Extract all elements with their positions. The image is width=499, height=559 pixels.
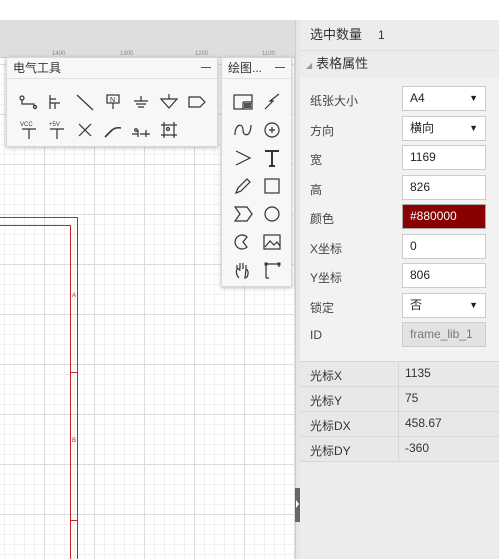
lock-dropdown[interactable]: 否 xyxy=(402,292,486,318)
cursor-info-label: 光标DX xyxy=(310,419,351,433)
prop-row-y: Y坐标 806 xyxy=(300,263,499,292)
drawing-tool-grid xyxy=(228,88,286,284)
svg-text:N: N xyxy=(110,97,115,104)
signal-ground-tool-icon[interactable] xyxy=(155,88,183,116)
property-panel: 选中数量 1 ◢ 表格属性 纸张大小 A4 方向 横向宽 1169 高 826 颜色 #880000… xyxy=(300,20,499,559)
prop-row-color: 颜色 #880000 xyxy=(300,204,499,233)
color-picker[interactable]: #880000 xyxy=(402,204,486,229)
drawing-frame-inner-border[interactable] xyxy=(0,225,71,559)
arc-tool-icon[interactable] xyxy=(257,116,286,144)
cursor-info-row: 光标X 1135 xyxy=(300,362,499,387)
prop-label: 锁定 xyxy=(310,300,335,315)
prop-label: 方向 xyxy=(310,123,335,138)
svg-text:+5V: +5V xyxy=(49,122,60,128)
image-tool-icon[interactable] xyxy=(257,228,286,256)
frame-zone-label-b: B xyxy=(72,438,77,444)
net-label-tool-icon[interactable] xyxy=(43,88,71,116)
electric-tool-grid: N VCC +5V xyxy=(15,88,211,144)
prop-label: 纸张大小 xyxy=(310,94,359,108)
prop-label: X坐标 xyxy=(310,241,343,256)
arrow-tool-icon[interactable] xyxy=(228,144,257,172)
height-field[interactable]: 826 xyxy=(402,174,486,200)
plus5v-tool-icon[interactable]: +5V xyxy=(43,116,71,144)
id-field: frame_lib_1 xyxy=(402,322,486,347)
polygon-tool-icon[interactable] xyxy=(228,200,257,228)
prop-label: Y坐标 xyxy=(310,271,343,285)
top-bar xyxy=(0,0,499,20)
prop-row-x: X坐标 0 xyxy=(300,233,499,263)
cursor-info-value: -360 xyxy=(398,437,429,461)
section-header[interactable]: ◢ 表格属性 xyxy=(300,51,499,77)
cursor-info-label: 光标Y xyxy=(310,394,343,408)
bezier-tool-icon[interactable] xyxy=(228,116,257,144)
cursor-info-value: 75 xyxy=(398,387,418,411)
palette-header[interactable]: 绘图... xyxy=(222,58,291,79)
y-field[interactable]: 806 xyxy=(402,263,486,288)
prop-label: ID xyxy=(310,328,322,342)
cursor-info-value: 458.67 xyxy=(398,412,442,436)
netflag-tool-icon[interactable]: N xyxy=(99,88,127,116)
cursor-info-label: 光标DY xyxy=(310,444,351,458)
net-port-tool-icon[interactable] xyxy=(183,88,211,116)
circle-tool-icon[interactable] xyxy=(257,200,286,228)
no-connect-tool-icon[interactable] xyxy=(71,116,99,144)
selection-count-value: 1 xyxy=(378,28,385,42)
property-list: 纸张大小 A4 方向 横向宽 1169 高 826 颜色 #880000 X坐标 0 Y坐标 806 锁定… xyxy=(300,78,499,370)
palette-header[interactable]: 电气工具 xyxy=(7,58,217,79)
ground-tool-icon[interactable] xyxy=(127,88,155,116)
line-draw-tool-icon[interactable] xyxy=(257,88,286,116)
prop-row-lock: 锁定 否 xyxy=(300,292,499,322)
prop-row-paper-size: 纸张大小 A4 xyxy=(300,86,499,115)
prop-label: 宽 xyxy=(310,153,323,167)
palette-title: 绘图... xyxy=(228,61,263,75)
prop-label: 颜色 xyxy=(310,212,335,226)
prop-label: 高 xyxy=(310,182,323,197)
drawing-tools-palette[interactable]: 绘图... xyxy=(221,57,292,287)
frame-zone-label-a: A xyxy=(72,293,77,299)
cursor-info-table: 光标X 1135 光标Y 75 光标DX 458.67 光标DY -360 xyxy=(300,361,499,462)
cursor-info-row: 光标Y 75 xyxy=(300,387,499,412)
bus-entry-tool-icon[interactable] xyxy=(127,116,155,144)
group-tool-icon[interactable] xyxy=(155,116,183,144)
bus-tool-icon[interactable] xyxy=(99,116,127,144)
x-field[interactable]: 0 xyxy=(402,233,486,259)
frame-zone-divider xyxy=(71,372,78,373)
width-field[interactable]: 1169 xyxy=(402,145,486,170)
cursor-info-row: 光标DX 458.67 xyxy=(300,412,499,437)
paper-size-dropdown[interactable]: A4 xyxy=(402,86,486,111)
cursor-info-value: 1135 xyxy=(398,362,431,386)
pin-tool-icon[interactable] xyxy=(15,88,43,116)
prop-row-height: 高 826 xyxy=(300,174,499,204)
frame-zone-divider xyxy=(71,520,78,521)
electric-tools-palette[interactable]: 电气工具 N VCC +5V xyxy=(6,57,218,147)
drag-tool-icon[interactable] xyxy=(257,256,286,284)
selection-count-row: 选中数量 1 xyxy=(300,20,499,51)
cursor-info-label: 光标X xyxy=(310,369,343,383)
section-title: 表格属性 xyxy=(316,56,369,71)
pie-tool-icon[interactable] xyxy=(228,228,257,256)
text-tool-icon[interactable] xyxy=(257,144,286,172)
orientation-dropdown[interactable]: 横向 xyxy=(402,115,486,141)
selection-count-label: 选中数量 xyxy=(310,27,363,42)
palette-title: 电气工具 xyxy=(13,61,62,75)
vcc-tool-icon[interactable]: VCC xyxy=(15,116,43,144)
pan-tool-icon[interactable] xyxy=(228,256,257,284)
rectangle-tool-icon[interactable] xyxy=(257,172,286,200)
freehand-tool-icon[interactable] xyxy=(228,172,257,200)
svg-text:VCC: VCC xyxy=(20,122,33,128)
prop-row-orientation: 方向 横向 xyxy=(300,115,499,145)
prop-row-id: ID frame_lib_1 xyxy=(300,322,499,351)
prop-row-width: 宽 1169 xyxy=(300,145,499,174)
cursor-info-row: 光标DY -360 xyxy=(300,437,499,462)
collapse-triangle-icon[interactable]: ◢ xyxy=(306,61,312,70)
frame-tool-icon[interactable] xyxy=(228,88,257,116)
horizontal-ruler: 1400 1300 1200 1100 xyxy=(0,20,295,58)
wire-tool-icon[interactable] xyxy=(71,88,99,116)
